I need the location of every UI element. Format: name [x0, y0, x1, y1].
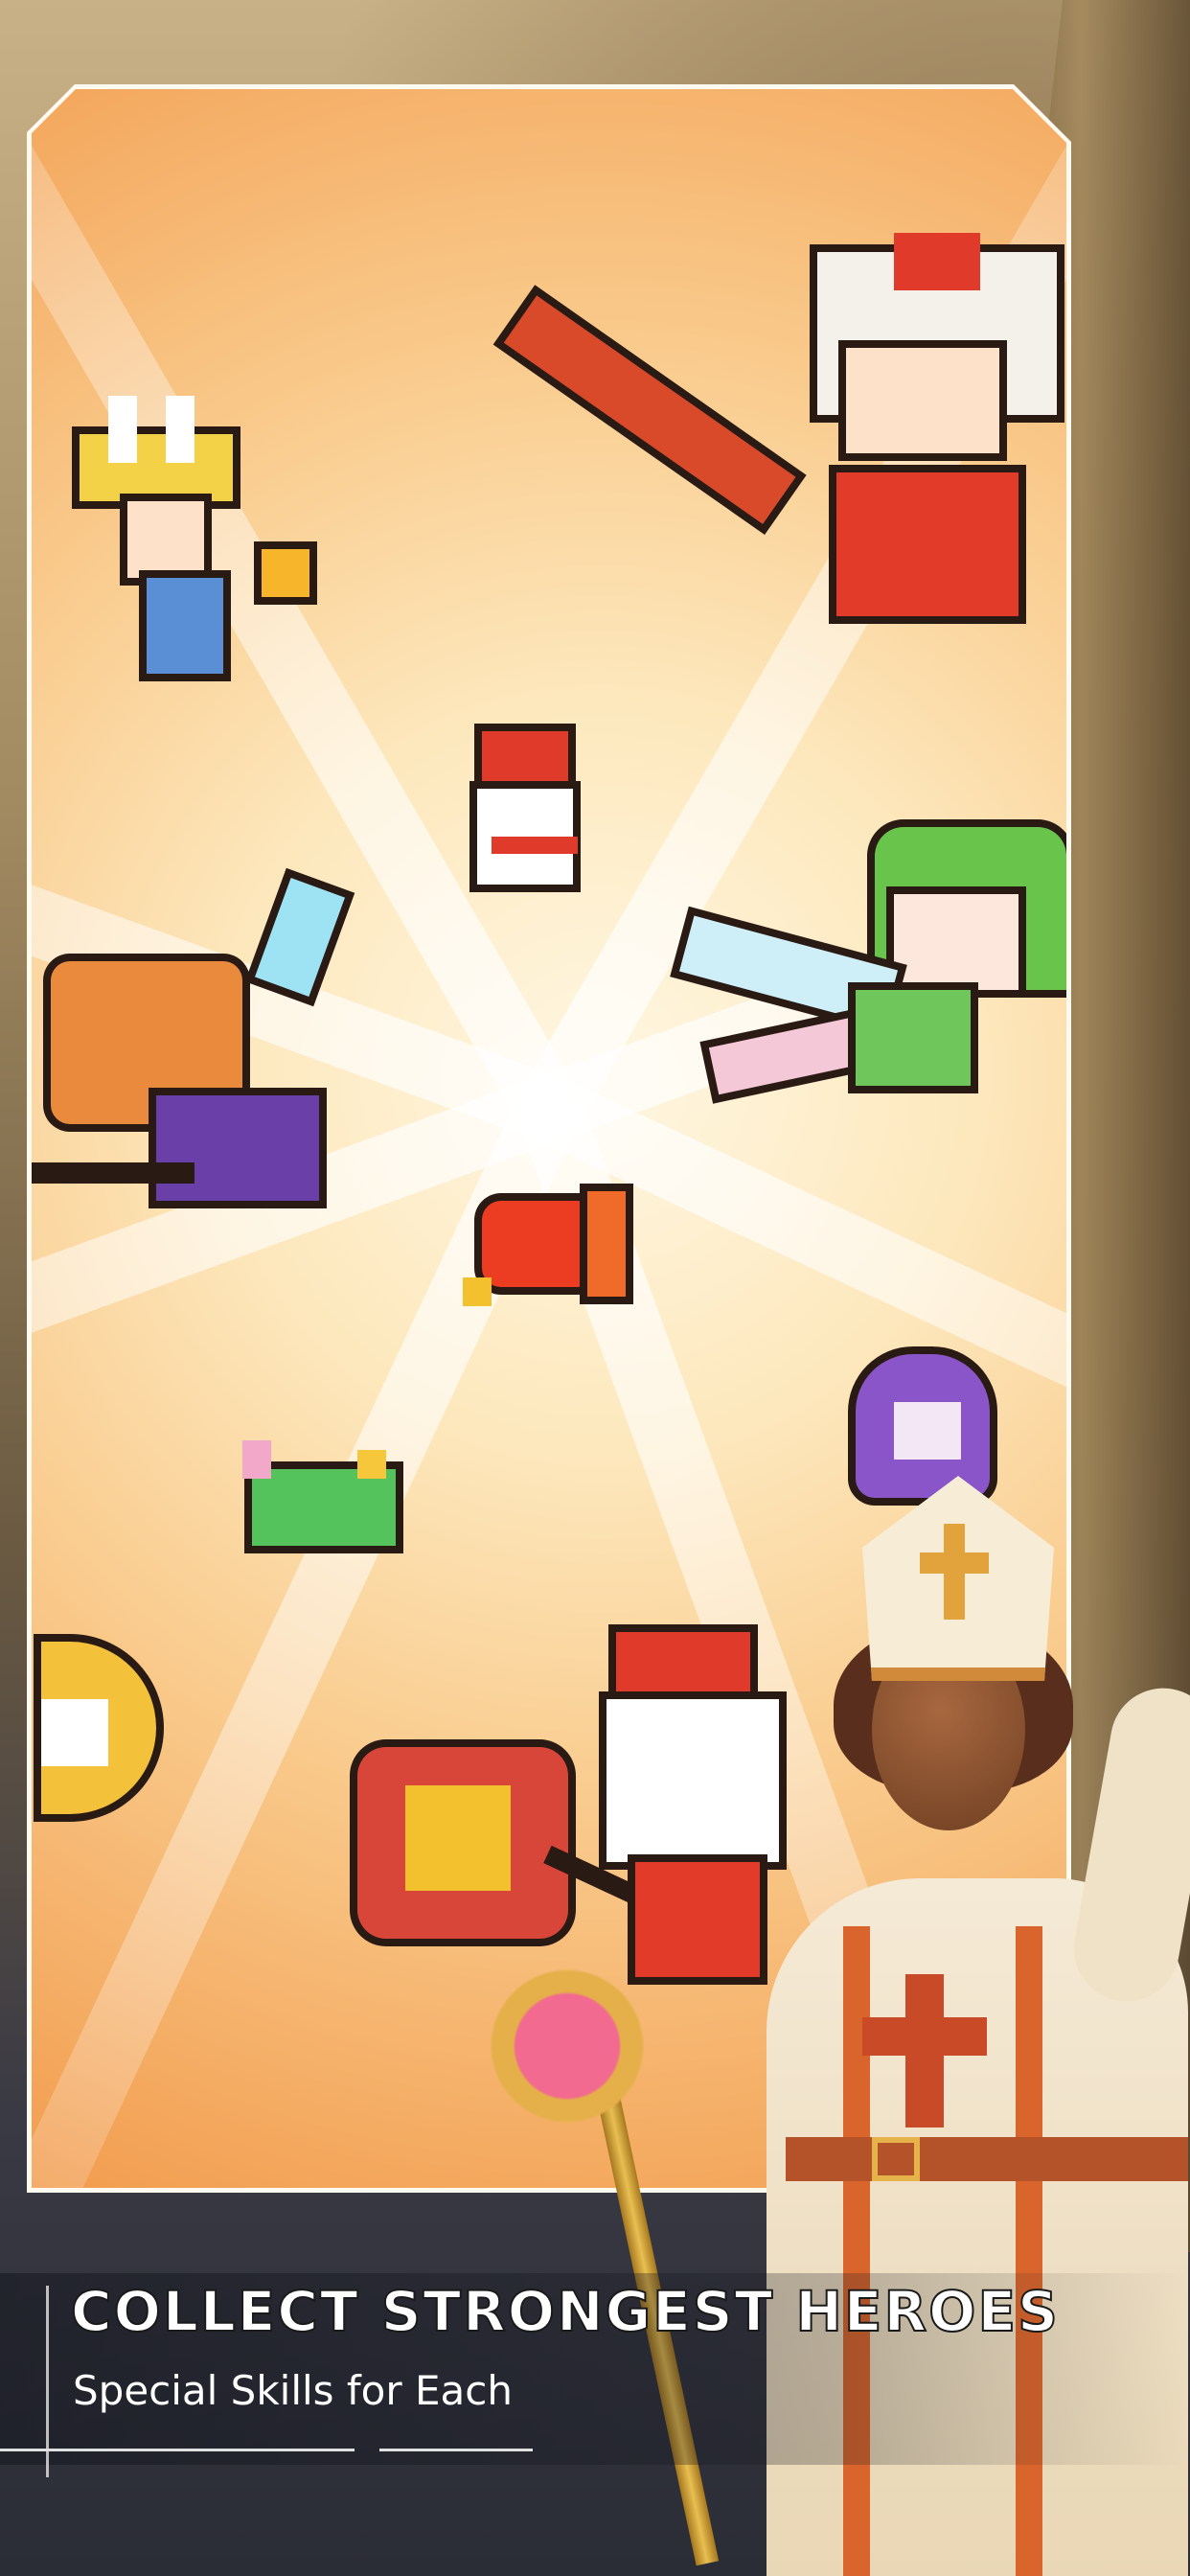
unicorn-dragon-sprite	[233, 1431, 424, 1584]
lion-dance-hero-sprite	[511, 233, 1066, 635]
goldfish-sprite	[453, 1182, 635, 1325]
pumpkin-fairy-sprite	[32, 885, 377, 1239]
underline-rule	[379, 2449, 533, 2451]
underline-rule	[0, 2449, 355, 2451]
snowman-sprite	[463, 731, 597, 904]
headline: COLLECT STRONGEST HEROES	[70, 2278, 1060, 2345]
frog-hood-angel-sprite	[683, 817, 1066, 1143]
staff-gem-icon	[471, 1950, 663, 2142]
moon-bunny-sprite	[32, 1642, 175, 1833]
bunny-girl-sunflower-sprite	[41, 396, 329, 683]
subheadline: Special Skills for Each	[73, 2367, 513, 2414]
